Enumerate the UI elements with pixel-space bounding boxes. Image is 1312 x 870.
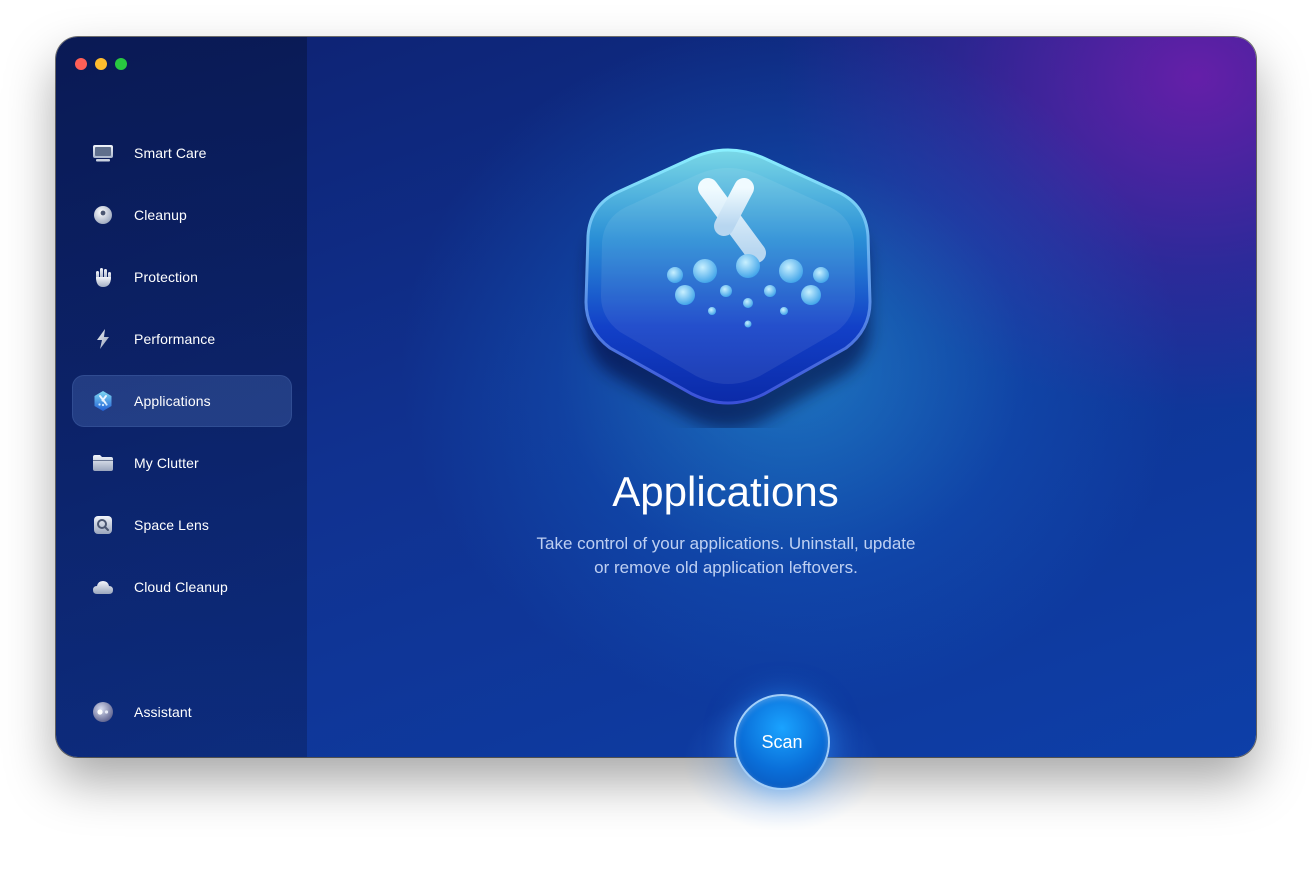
- sidebar-item-label: Smart Care: [134, 145, 207, 161]
- hand-icon: [92, 266, 114, 288]
- sidebar-item-smart-care[interactable]: Smart Care: [72, 127, 292, 179]
- page-title: Applications: [612, 468, 839, 515]
- description-line-1: Take control of your applications. Unins…: [536, 534, 916, 553]
- scan-button[interactable]: Scan: [734, 694, 830, 790]
- sidebar-nav: Smart Care Cleanup Protection Performanc…: [72, 127, 292, 623]
- lightning-icon: [92, 328, 114, 350]
- close-button[interactable]: [75, 58, 87, 70]
- sidebar-assistant: Assistant: [72, 686, 292, 748]
- stage: Smart Care Cleanup Protection Performanc…: [0, 0, 1312, 870]
- sidebar-item-assistant[interactable]: Assistant: [72, 686, 292, 738]
- page-description: Take control of your applications. Unins…: [466, 532, 986, 580]
- sidebar-item-label: Assistant: [134, 704, 192, 720]
- folder-icon: [92, 452, 114, 474]
- lens-icon: [92, 514, 114, 536]
- sidebar-item-label: Performance: [134, 331, 216, 347]
- zoom-button[interactable]: [115, 58, 127, 70]
- sidebar-item-label: Protection: [134, 269, 199, 285]
- display-icon: [92, 142, 114, 164]
- sidebar-item-label: Cleanup: [134, 207, 187, 223]
- sidebar-item-protection[interactable]: Protection: [72, 251, 292, 303]
- sidebar-item-label: Cloud Cleanup: [134, 579, 228, 595]
- sidebar-item-applications[interactable]: Applications: [72, 375, 292, 427]
- sidebar-item-performance[interactable]: Performance: [72, 313, 292, 365]
- description-line-2: or remove old application leftovers.: [594, 558, 858, 577]
- sidebar-item-label: Space Lens: [134, 517, 209, 533]
- cleanup-sphere-icon: [92, 204, 114, 226]
- applications-hero-icon: [584, 148, 872, 428]
- sidebar-item-cleanup[interactable]: Cleanup: [72, 189, 292, 241]
- sidebar-item-cloud-cleanup[interactable]: Cloud Cleanup: [72, 561, 292, 613]
- applications-icon: [92, 390, 114, 412]
- minimize-button[interactable]: [95, 58, 107, 70]
- sidebar-item-label: Applications: [134, 393, 211, 409]
- cloud-icon: [92, 576, 114, 598]
- sidebar: Smart Care Cleanup Protection Performanc…: [56, 37, 307, 757]
- sidebar-item-label: My Clutter: [134, 455, 199, 471]
- assistant-icon: [92, 701, 114, 723]
- window-controls: [75, 58, 127, 70]
